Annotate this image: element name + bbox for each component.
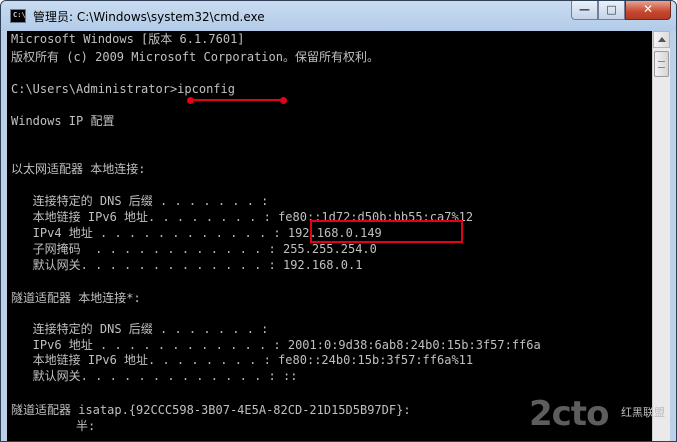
console-line: 默认网关. . . . . . . . . . . . . : 192.168.… [11,258,363,272]
annotation-highlight-box [310,220,463,243]
minimize-button[interactable]: — [571,1,598,20]
annotation-underline [190,99,285,101]
watermark-logo: 2cto [529,394,609,434]
annotation-dot-right [280,97,287,104]
vertical-scrollbar[interactable] [652,31,670,441]
console-line: 隧道适配器 isatap.{92CCC598-3B07-4E5A-82CD-21… [11,403,411,417]
minimize-icon: — [579,3,590,16]
cmd-app-icon[interactable]: C:\ [10,9,26,23]
console-line: 隧道适配器 本地连接*: [11,291,141,305]
close-icon: ✕ [642,2,654,16]
console-line: 连接特定的 DNS 后缀 . . . . . . . : [11,194,269,208]
scroll-up-arrow-icon[interactable] [653,31,670,48]
console-line: C:\Users\Administrator>ipconfig [11,82,235,96]
watermark-subtext: 红黑联盟 [621,406,665,419]
maximize-button[interactable]: □ [598,1,625,20]
cmd-icon-text: C:\ [13,11,26,19]
close-button[interactable]: ✕ [625,1,671,20]
console-line: 本地链接 IPv6 地址. . . . . . . . : fe80::24b0… [11,353,474,367]
window-title: 管理员: C:\Windows\system32\cmd.exe [33,10,265,24]
console-line: Microsoft Windows [版本 6.1.7601] [11,32,245,46]
console-line: IPv6 地址 . . . . . . . . . . . . : 2001:0… [11,338,541,352]
watermark: 2cto 红黑联盟 [529,394,669,436]
console-line: 版权所有 (c) 2009 Microsoft Corporation。保留所有… [11,50,379,64]
console-line: 连接特定的 DNS 后缀 . . . . . . . : [11,322,269,336]
annotation-dot-left [187,97,194,104]
maximize-icon: □ [606,3,617,16]
scrollbar-thumb[interactable] [654,51,669,77]
console-line: 半: [11,419,96,433]
console-line: Windows IP 配置 [11,114,115,128]
console-line: 默认网关. . . . . . . . . . . . . : :: [11,369,298,383]
window-controls: — □ ✕ [571,1,671,21]
console-line: 子网掩码 . . . . . . . . . . . . : 255.255.2… [11,242,377,256]
title-bar[interactable]: C:\ 管理员: C:\Windows\system32\cmd.exe — □… [1,1,676,31]
console-line: 以太网适配器 本地连接: [11,162,146,176]
window-frame-right [670,31,676,441]
